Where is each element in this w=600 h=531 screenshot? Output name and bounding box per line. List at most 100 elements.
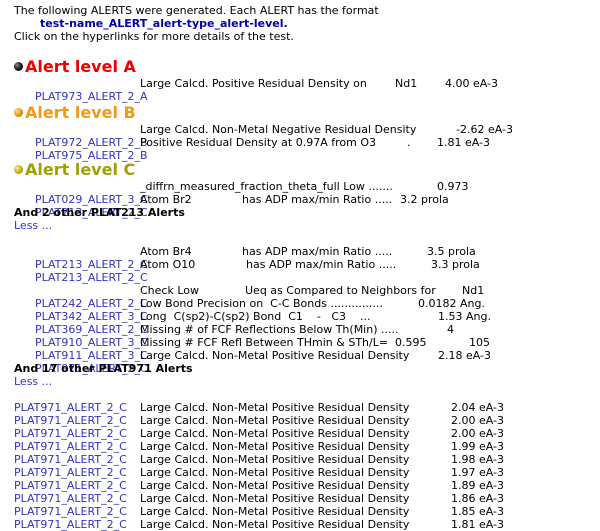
alert-extra: Nd1 (395, 77, 418, 90)
alert-value: 1.89 eA-3 (451, 479, 505, 492)
alert-value: 4.00 eA-3 (445, 77, 499, 90)
bullet-a-icon (14, 62, 23, 71)
alert-value: 1.99 eA-3 (451, 440, 505, 453)
alert-extra: . (407, 136, 411, 149)
intro-line-1: The following ALERTS were generated. Eac… (14, 4, 379, 17)
alert-value: 2.04 eA-3 (451, 401, 505, 414)
alert-row: PLAT029_ALERT_3_C _diffrn_measured_fract… (14, 180, 594, 206)
alert-description: Large Calcd. Non-Metal Positive Residual… (140, 492, 410, 505)
alert-description: Atom O10 (140, 258, 196, 271)
heading-b-text: Alert level B (25, 103, 136, 122)
alert-description: Missing # of FCF Reflections Below Th(Mi… (140, 323, 399, 336)
alert-link[interactable]: PLAT971_ALERT_2_C (14, 518, 127, 531)
alert-row: PLAT971_ALERT_2_C Large Calcd. Non-Metal… (14, 349, 594, 375)
level-b-alerts: PLAT972_ALERT_2_B Large Calcd. Non-Metal… (14, 123, 594, 162)
alert-description: Large Calcd. Non-Metal Positive Residual… (140, 440, 410, 453)
alert-link[interactable]: PLAT971_ALERT_2_C (14, 466, 127, 479)
more-plat971-alerts: And 17 other PLAT971 Alerts (14, 362, 193, 375)
alert-link[interactable]: PLAT971_ALERT_2_C (14, 401, 127, 414)
alert-row: PLAT975_ALERT_2_B Positive Residual Dens… (14, 136, 594, 162)
alert-row: PLAT971_ALERT_2_C Large Calcd. Non-Metal … (14, 466, 594, 479)
alert-link[interactable]: PLAT213_ALERT_2_C (35, 271, 148, 284)
alert-extra: has ADP max/min Ratio ..... (246, 258, 397, 271)
alert-link[interactable]: PLAT971_ALERT_2_C (14, 492, 127, 505)
alert-row: PLAT971_ALERT_2_C Large Calcd. Non-Metal … (14, 414, 594, 427)
alert-row: PLAT971_ALERT_2_C Large Calcd. Non-Metal … (14, 518, 594, 531)
alert-value: 1.81 eA-3 (437, 136, 491, 149)
alert-row: PLAT973_ALERT_2_A Large Calcd. Positive … (14, 77, 594, 103)
alert-value: 4 (447, 323, 454, 336)
alert-value: 1.98 eA-3 (451, 453, 505, 466)
alert-value: 2.00 eA-3 (451, 414, 505, 427)
alert-row: PLAT213_ALERT_2_C Atom Br2 has ADP max/m… (14, 193, 594, 219)
alert-link[interactable]: PLAT971_ALERT_2_C (14, 505, 127, 518)
alert-value: 105 (469, 336, 490, 349)
alert-description: Check Low (140, 284, 199, 297)
alert-extra: Ueq as Compared to Neighbors for (245, 284, 436, 297)
alert-value: 3.5 prola (427, 245, 476, 258)
plat971-list: PLAT971_ALERT_2_C Large Calcd. Non-Metal … (14, 401, 594, 531)
alert-description: Atom Br2 (140, 193, 192, 206)
alert-row: PLAT242_ALERT_2_C Check Low Ueq as Compa… (14, 284, 594, 310)
more-plat213-alerts: And 2 other PLAT213 Alerts (14, 206, 185, 219)
alert-description: Large Calcd. Non-Metal Negative Residual… (140, 123, 417, 136)
alert-value: 0.0182 Ang. (418, 297, 485, 310)
alert-description: Missing # FCF Refl Between THmin & STh/L… (140, 336, 427, 349)
heading-alert-level-b: Alert level B (14, 103, 594, 123)
alert-value: 0.973 (437, 180, 469, 193)
alert-value: 2.00 eA-3 (451, 427, 505, 440)
bullet-b-icon (14, 108, 23, 117)
alert-description: Atom Br4 (140, 245, 192, 258)
alert-link[interactable]: PLAT971_ALERT_2_C (14, 440, 127, 453)
alert-row: PLAT369_ALERT_2_C Long C(sp2)-C(sp2) Bon… (14, 310, 594, 336)
alert-row: PLAT213_ALERT_2_C Atom Br4 has ADP max/m… (14, 245, 594, 271)
alert-value: 1.85 eA-3 (451, 505, 505, 518)
alert-description: Large Calcd. Non-Metal Positive Residual… (140, 453, 410, 466)
alert-link[interactable]: PLAT971_ALERT_2_C (14, 414, 127, 427)
alert-value: 2.18 eA-3 (438, 349, 492, 362)
bullet-c-icon (14, 165, 23, 174)
alert-link[interactable]: PLAT971_ALERT_2_C (14, 479, 127, 492)
alert-row: PLAT971_ALERT_2_C Large Calcd. Non-Metal … (14, 453, 594, 466)
alert-link[interactable]: PLAT973_ALERT_2_A (35, 90, 148, 103)
alert-row: PLAT911_ALERT_3_C Missing # FCF Refl Bet… (14, 336, 594, 362)
alert-row: PLAT971_ALERT_2_C Large Calcd. Non-Metal … (14, 479, 594, 492)
alert-description: Large Calcd. Non-Metal Positive Residual… (140, 401, 410, 414)
alert-value: Nd1 (462, 284, 485, 297)
alert-format: test-name_ALERT_alert-type_alert-level. (40, 17, 288, 30)
intro-line-3: Click on the hyperlinks for more details… (14, 30, 294, 43)
alert-description: Large Calcd. Non-Metal Positive Residual… (140, 518, 410, 531)
alert-row: PLAT971_ALERT_2_C Large Calcd. Non-Metal … (14, 440, 594, 453)
alert-description: Large Calcd. Non-Metal Positive Residual… (140, 479, 410, 492)
heading-alert-level-c: Alert level C (14, 160, 594, 180)
alert-extra: has ADP max/min Ratio ..... (242, 193, 393, 206)
alert-description: Large Calcd. Positive Residual Density o… (140, 77, 367, 90)
alert-value: 1.97 eA-3 (451, 466, 505, 479)
heading-a-text: Alert level A (25, 57, 136, 76)
heading-alert-level-a: Alert level A (14, 57, 594, 77)
alert-description: Large Calcd. Non-Metal Positive Residual… (140, 349, 410, 362)
alert-link[interactable]: PLAT971_ALERT_2_C (14, 453, 127, 466)
level-c-alerts: PLAT029_ALERT_3_C _diffrn_measured_fract… (14, 180, 594, 531)
alert-row: PLAT342_ALERT_3_C Low Bond Precision on … (14, 297, 594, 323)
alert-description: Positive Residual Density at 0.97A from … (140, 136, 376, 149)
alert-description: Large Calcd. Non-Metal Positive Residual… (140, 414, 410, 427)
alert-description: Large Calcd. Non-Metal Positive Residual… (140, 466, 410, 479)
alert-row: PLAT972_ALERT_2_B Large Calcd. Non-Metal… (14, 123, 594, 149)
alert-value: -2.62 eA-3 (456, 123, 513, 136)
alert-description: Long C(sp2)-C(sp2) Bond C1 - C3 ... (140, 310, 371, 323)
alert-value: 3.3 prola (431, 258, 480, 271)
less-toggle-2[interactable]: Less ... (14, 375, 594, 388)
alert-description: Low Bond Precision on C-C Bonds ........… (140, 297, 383, 310)
alert-row: PLAT910_ALERT_3_C Missing # of FCF Refle… (14, 323, 594, 349)
checkcif-report: The following ALERTS were generated. Eac… (14, 4, 594, 531)
alert-value: 1.53 Ang. (438, 310, 491, 323)
alert-description: _diffrn_measured_fraction_theta_full Low… (140, 180, 393, 193)
alert-row: PLAT971_ALERT_2_C Large Calcd. Non-Metal … (14, 427, 594, 440)
alert-link[interactable]: PLAT971_ALERT_2_C (14, 427, 127, 440)
less-toggle-1[interactable]: Less ... (14, 219, 594, 232)
level-a-alerts: PLAT973_ALERT_2_A Large Calcd. Positive … (14, 77, 594, 103)
alert-description: Large Calcd. Non-Metal Positive Residual… (140, 505, 410, 518)
alert-row: PLAT971_ALERT_2_C Large Calcd. Non-Metal … (14, 492, 594, 505)
alert-value: 1.86 eA-3 (451, 492, 505, 505)
